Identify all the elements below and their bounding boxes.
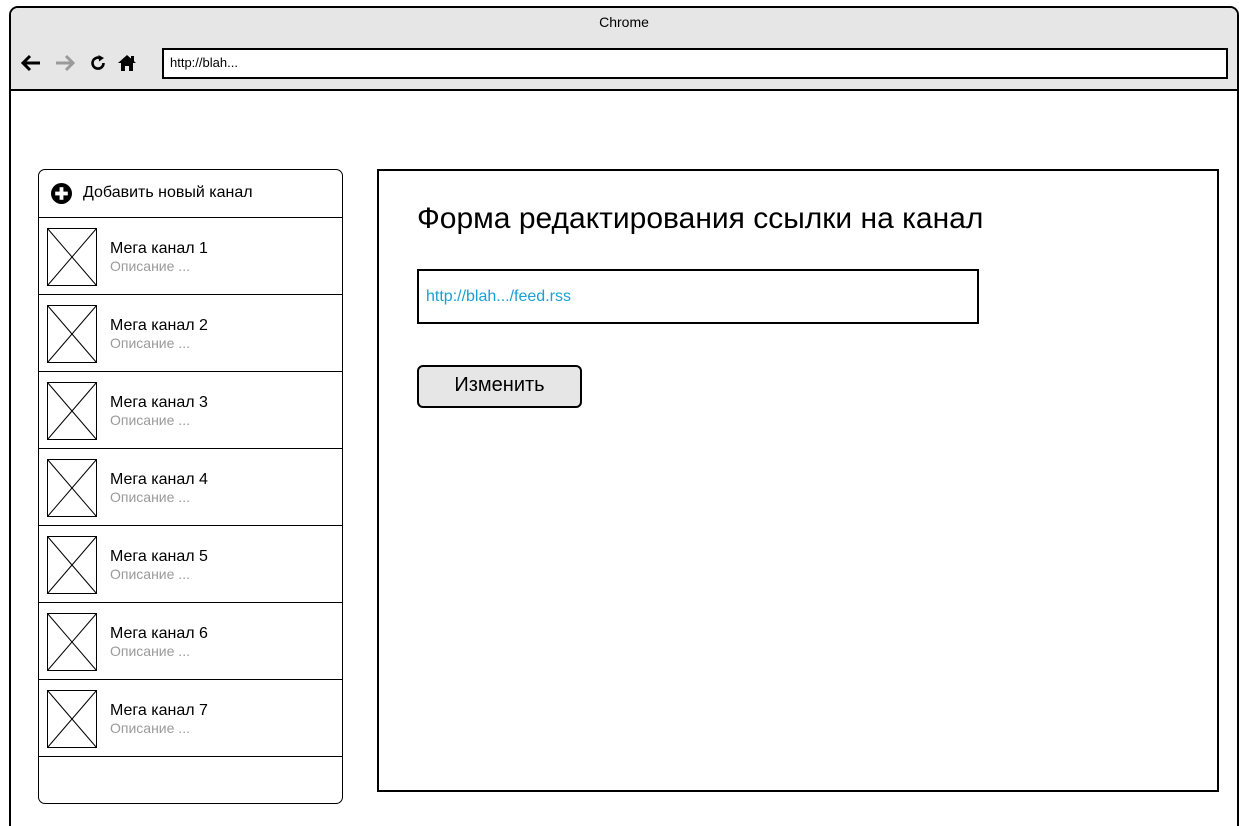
image-placeholder-icon [47,536,97,594]
channel-name: Мега канал 2 [110,317,208,334]
reload-icon [91,55,105,70]
feed-url-input[interactable] [417,269,979,324]
browser-titlebar: Chrome http://blah... [11,8,1237,91]
page-title: Форма редактирования ссылки на канал [417,202,984,235]
add-channel-label: Добавить новый канал [83,184,253,201]
channel-description: Описание ... [110,720,190,736]
channel-name: Мега канал 6 [110,625,208,642]
channel-item[interactable]: Мега канал 2 Описание ... [39,295,342,372]
channel-description: Описание ... [110,412,190,428]
channel-name: Мега канал 4 [110,471,208,488]
edit-form-panel: Форма редактирования ссылки на канал Изм… [377,169,1219,792]
image-placeholder-icon [47,690,97,748]
plus-circle-icon [51,183,72,204]
channel-description: Описание ... [110,566,190,582]
channel-name: Мега канал 5 [110,548,208,565]
channel-item[interactable]: Мега канал 5 Описание ... [39,526,342,603]
window-title: Chrome [599,14,649,30]
channel-item[interactable]: Мега канал 6 Описание ... [39,603,342,680]
channel-description: Описание ... [110,335,190,351]
channel-name: Мега канал 1 [110,240,208,257]
home-button[interactable] [116,52,138,74]
image-placeholder-icon [47,459,97,517]
home-icon [118,55,136,71]
channel-description: Описание ... [110,643,190,659]
arrow-left-icon [21,54,40,72]
channel-sidebar: Добавить новый канал Мега канал 1 Описан… [38,169,343,804]
back-button[interactable] [20,52,42,74]
change-button[interactable]: Изменить [417,365,582,408]
channel-item[interactable]: Мега канал 7 Описание ... [39,680,342,757]
channel-item[interactable]: Мега канал 3 Описание ... [39,372,342,449]
add-channel-button[interactable]: Добавить новый канал [39,170,342,218]
channel-item[interactable]: Мега канал 4 Описание ... [39,449,342,526]
image-placeholder-icon [47,305,97,363]
channel-description: Описание ... [110,489,190,505]
address-bar[interactable]: http://blah... [162,48,1228,79]
channel-description: Описание ... [110,258,190,274]
image-placeholder-icon [47,228,97,286]
channel-name: Мега канал 7 [110,702,208,719]
forward-button[interactable] [54,52,76,74]
channel-name: Мега канал 3 [110,394,208,411]
image-placeholder-icon [47,613,97,671]
channel-item[interactable]: Мега канал 1 Описание ... [39,218,342,295]
arrow-right-icon [56,54,75,72]
image-placeholder-icon [47,382,97,440]
reload-button[interactable] [87,52,109,74]
